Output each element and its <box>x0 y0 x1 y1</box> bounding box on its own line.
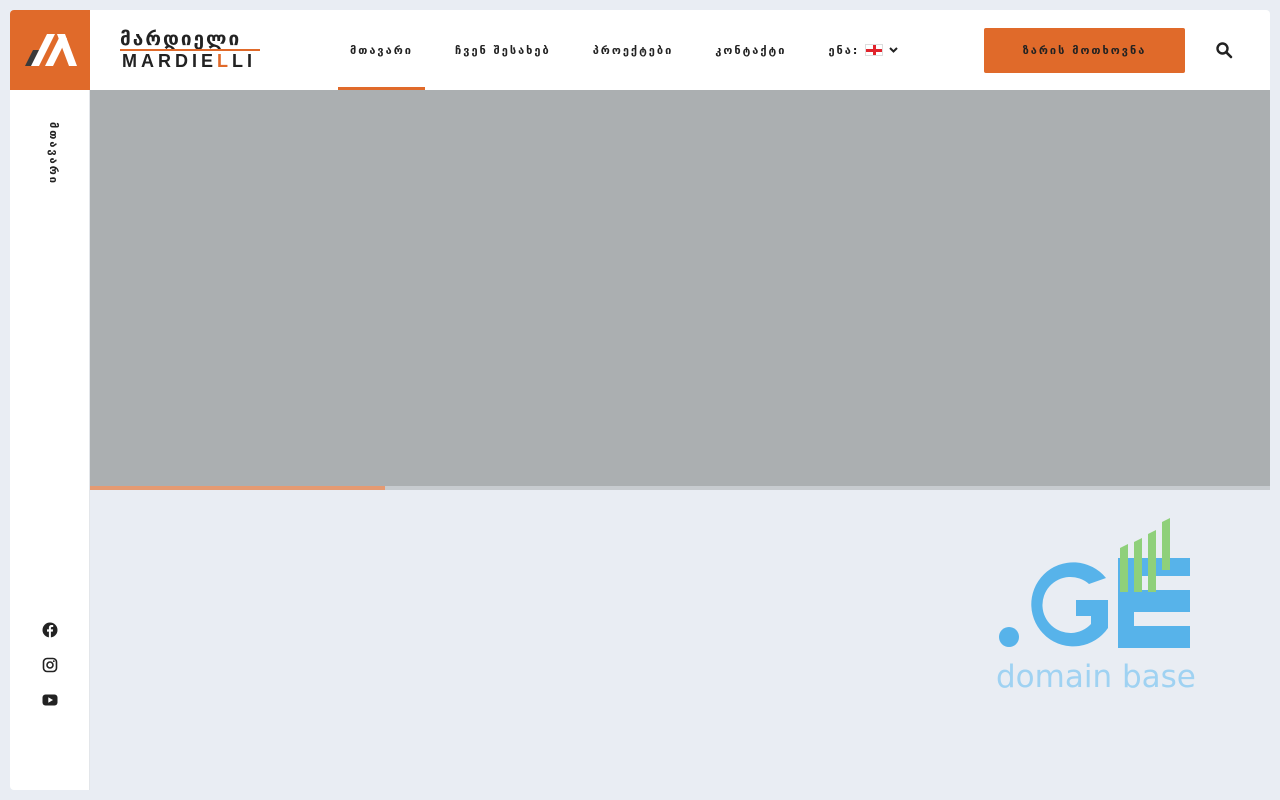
brand-name-latin: MARDIELLI <box>122 51 256 72</box>
brand-name-latin-part2: LI <box>232 51 256 71</box>
brand-name-latin-part1: MARDIE <box>122 51 217 71</box>
nav-item-about[interactable]: ჩვენ შესახებ <box>455 10 551 90</box>
language-label: ენა: <box>828 43 860 57</box>
nav-item-projects[interactable]: პროექტები <box>593 10 674 90</box>
page-frame: მარდიელი MARDIELLI მთავარი ჩვენ შესახებ … <box>10 10 1270 790</box>
nav-item-contact[interactable]: კონტაქტი <box>715 10 786 90</box>
language-selector[interactable]: ენა: <box>828 10 899 90</box>
search-icon[interactable] <box>1215 41 1233 59</box>
hero-slider[interactable] <box>90 90 1270 486</box>
mardielli-logo-icon <box>25 34 77 66</box>
request-call-button[interactable]: ზარის მოთხოვნა <box>984 28 1185 73</box>
facebook-icon[interactable] <box>42 622 58 638</box>
main-nav: მთავარი ჩვენ შესახებ პროექტები კონტაქტი … <box>338 10 899 90</box>
youtube-icon[interactable] <box>42 692 58 708</box>
header: მარდიელი MARDIELLI მთავარი ჩვენ შესახებ … <box>10 10 1270 90</box>
domain-base-text: domain base <box>996 659 1196 695</box>
sidebar-section-label: მთავარი <box>47 122 60 186</box>
sidebar: მთავარი <box>10 90 90 790</box>
nav-item-home[interactable]: მთავარი <box>338 10 425 90</box>
logo-mark[interactable] <box>10 10 90 90</box>
georgia-flag-icon <box>865 44 884 56</box>
brand-wordmark[interactable]: მარდიელი MARDIELLI <box>120 28 260 72</box>
slider-progress-bar <box>90 486 1270 490</box>
chevron-down-icon <box>889 45 899 56</box>
slider-progress-fill <box>90 486 385 490</box>
brand-name-georgian: მარდიელი <box>120 28 242 50</box>
instagram-icon[interactable] <box>42 657 58 673</box>
brand-name-latin-accent: L <box>217 51 232 71</box>
